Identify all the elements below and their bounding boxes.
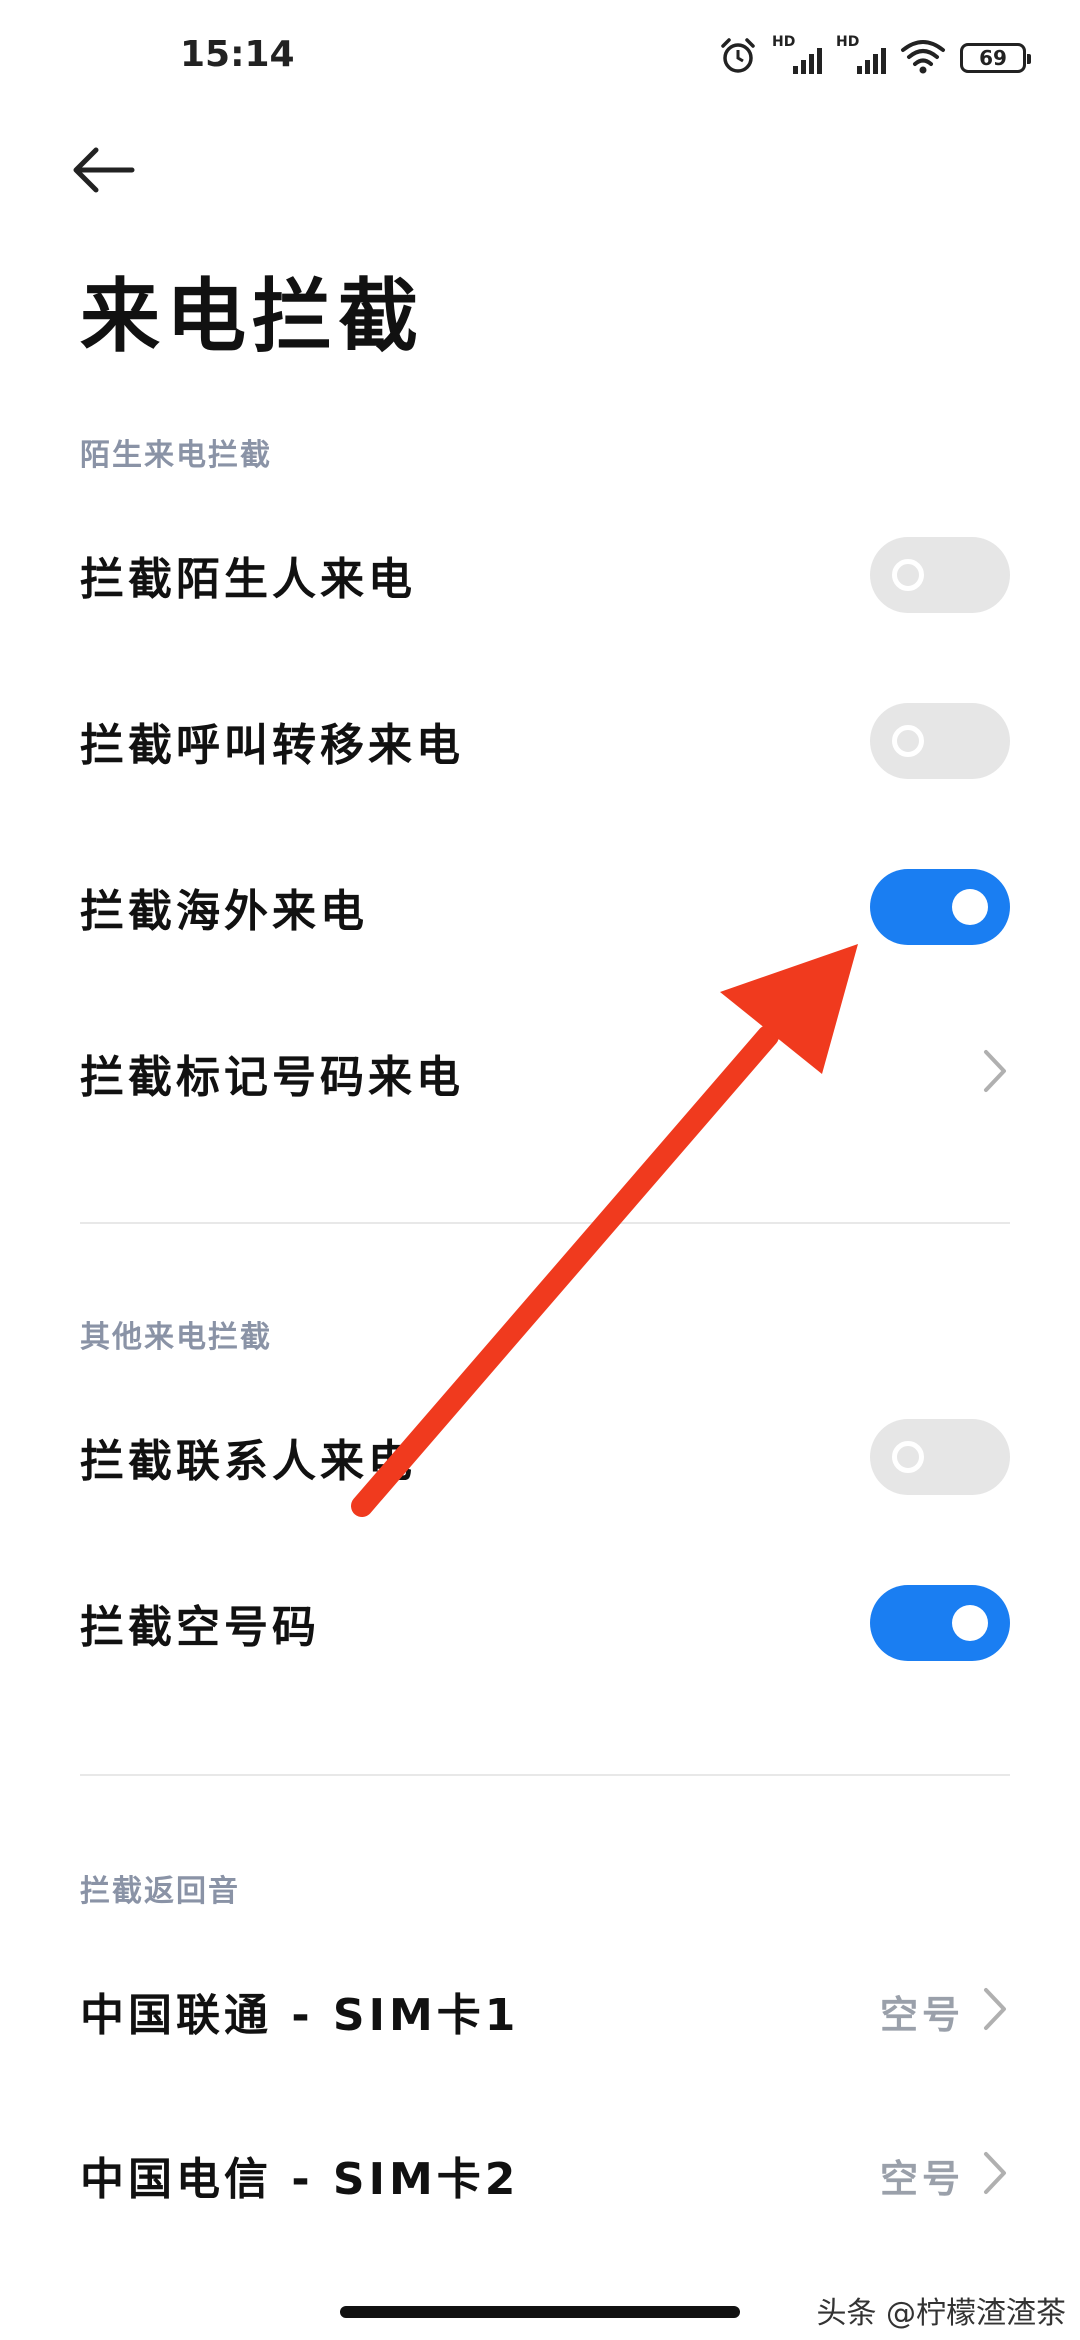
- setting-value: 空号: [879, 1992, 964, 2037]
- setting-row-block-overseas[interactable]: 拦截海外来电: [80, 852, 1010, 962]
- setting-row-sim2[interactable]: 中国电信 - SIM卡2 空号: [80, 2120, 1010, 2230]
- setting-label: 拦截空号码: [80, 1602, 320, 1653]
- setting-row-sim1[interactable]: 中国联通 - SIM卡1 空号: [80, 1956, 1010, 2066]
- section-divider: [80, 1222, 1010, 1224]
- toggle-block-strangers[interactable]: [870, 537, 1010, 613]
- toggle-knob: [892, 725, 924, 757]
- setting-label: 中国联通 - SIM卡1: [80, 1990, 520, 2041]
- back-button[interactable]: [70, 140, 150, 200]
- row-right: 空号: [880, 2148, 1010, 2203]
- toggle-block-empty-numbers[interactable]: [870, 1585, 1010, 1661]
- setting-row-block-forwarded[interactable]: 拦截呼叫转移来电: [80, 686, 1010, 796]
- setting-label: 拦截海外来电: [80, 886, 368, 937]
- toggle-block-contacts[interactable]: [870, 1419, 1010, 1495]
- setting-value: 空号: [879, 2156, 964, 2201]
- toggle-knob: [952, 1605, 988, 1641]
- setting-label: 拦截陌生人来电: [80, 554, 416, 605]
- chevron-right-icon: [980, 2148, 1010, 2202]
- row-right: 空号: [880, 1984, 1010, 2039]
- signal-hd-icon: HD: [772, 34, 822, 78]
- setting-label: 中国电信 - SIM卡2: [80, 2154, 520, 2205]
- toggle-knob: [892, 559, 924, 591]
- home-indicator[interactable]: [340, 2306, 740, 2318]
- status-bar: 15:14 HD HD 69: [0, 0, 1080, 110]
- setting-label: 拦截标记号码来电: [80, 1052, 464, 1103]
- section-header-return-tone: 拦截返回音: [80, 1874, 240, 1909]
- setting-row-block-strangers[interactable]: 拦截陌生人来电: [80, 520, 1010, 630]
- wifi-icon: [900, 38, 946, 78]
- alarm-icon: [718, 36, 758, 80]
- hd-label: HD: [836, 34, 860, 50]
- toggle-block-forwarded[interactable]: [870, 703, 1010, 779]
- toggle-block-overseas[interactable]: [870, 869, 1010, 945]
- setting-label: 拦截联系人来电: [80, 1436, 416, 1487]
- watermark: 头条 @柠檬渣渣茶: [816, 2296, 1066, 2331]
- setting-row-block-marked[interactable]: 拦截标记号码来电: [80, 1018, 1010, 1128]
- section-divider: [80, 1774, 1010, 1776]
- setting-label: 拦截呼叫转移来电: [80, 720, 464, 771]
- chevron-right-icon: [980, 1984, 1010, 2038]
- status-icons: HD HD 69: [718, 34, 1031, 80]
- setting-row-block-empty-numbers[interactable]: 拦截空号码: [80, 1568, 1010, 1678]
- chevron-right-icon: [980, 1046, 1010, 1100]
- battery-icon: 69: [960, 43, 1031, 73]
- hd-label: HD: [772, 34, 796, 50]
- toggle-knob: [952, 889, 988, 925]
- signal-hd-icon: HD: [836, 34, 886, 78]
- setting-row-block-contacts[interactable]: 拦截联系人来电: [80, 1402, 1010, 1512]
- section-header-stranger: 陌生来电拦截: [80, 438, 272, 473]
- arrow-left-icon: [73, 147, 135, 193]
- toggle-knob: [892, 1441, 924, 1473]
- status-time: 15:14: [180, 34, 295, 75]
- section-header-other: 其他来电拦截: [80, 1320, 272, 1355]
- page-title: 来电拦截: [80, 270, 424, 363]
